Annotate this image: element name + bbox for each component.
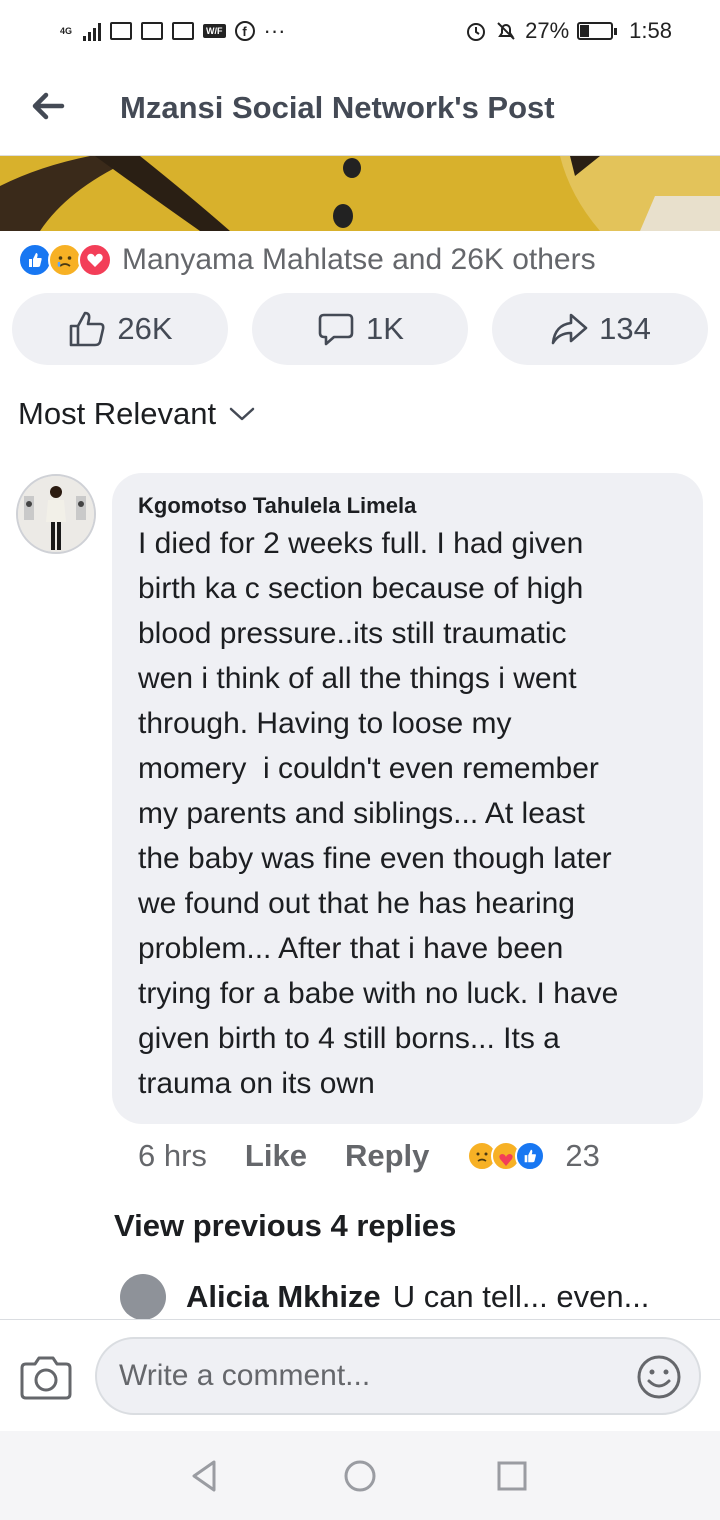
comment-count: 1K — [366, 311, 404, 346]
arrow-left-icon[interactable] — [28, 86, 68, 126]
comment-meta: 6 hrs Like Reply 23 — [138, 1138, 600, 1174]
comment-input[interactable] — [95, 1337, 701, 1415]
sad-icon — [48, 243, 82, 277]
chevron-down-icon — [229, 407, 255, 421]
alarm-icon — [467, 23, 486, 41]
reply-preview[interactable]: Alicia Mkhize U can tell... even... — [120, 1274, 720, 1320]
reaction-icons — [18, 243, 112, 277]
emoji-icon[interactable] — [636, 1354, 682, 1400]
comment-line: through. Having to loose my — [138, 707, 512, 740]
comment-like-button[interactable]: Like — [245, 1138, 307, 1174]
clock: 1:58 — [629, 18, 672, 43]
comment-line: trying for a babe with no luck. I have — [138, 977, 619, 1010]
post-image-graphic — [0, 156, 720, 231]
comment-line: problem... After that i have been — [138, 932, 564, 965]
comment-line: given birth to 4 still borns... Its a — [138, 1022, 560, 1055]
comment-button[interactable]: 1K — [252, 293, 468, 365]
avatar-image — [18, 476, 94, 552]
home-nav-icon[interactable] — [343, 1459, 377, 1493]
thumbs-up-icon — [70, 311, 105, 347]
comment-line: I died for 2 weeks full. I had given — [138, 527, 584, 560]
comment-line: momery i couldn't even remember — [138, 752, 599, 785]
view-previous-replies-link[interactable]: View previous 4 replies — [114, 1208, 456, 1244]
like-button[interactable]: 26K — [12, 293, 228, 365]
app-header: Mzansi Social Network's Post — [0, 62, 720, 156]
mail-icon — [110, 22, 132, 40]
status-right-icons: 27% 1:58 — [465, 18, 672, 44]
comment-bubble[interactable]: Kgomotso Tahulela Limela I died for 2 we… — [112, 473, 703, 1124]
comment-composer — [0, 1319, 720, 1431]
status-bar: 4G W/F f ··· 27% 1:58 — [0, 0, 720, 62]
comment-sort-dropdown[interactable]: Most Relevant — [18, 396, 256, 432]
back-nav-icon[interactable] — [188, 1459, 222, 1493]
gallery-icon — [172, 22, 194, 40]
commenter-avatar[interactable] — [16, 474, 96, 554]
reply-avatar[interactable] — [120, 1274, 166, 1320]
love-icon — [78, 243, 112, 277]
comment-reaction-icons[interactable] — [467, 1141, 546, 1171]
comment-line: birth ka c section because of high — [138, 572, 584, 605]
like-icon — [18, 243, 52, 277]
comment-line: my parents and siblings... At least — [138, 797, 585, 830]
facebook-icon: f — [234, 21, 255, 41]
signal-icon — [83, 21, 101, 41]
network-type: 4G — [60, 25, 73, 36]
comment-time[interactable]: 6 hrs — [138, 1138, 207, 1174]
share-count: 134 — [599, 311, 651, 346]
comment-author[interactable]: Kgomotso Tahulela Limela — [138, 491, 677, 521]
comment-line: we found out that he has hearing — [138, 887, 575, 920]
comment-reply-button[interactable]: Reply — [345, 1138, 429, 1174]
system-navigation-bar — [0, 1431, 720, 1520]
reactions-summary[interactable]: Manyama Mahlatse and 26K others — [18, 238, 596, 282]
app-notification-icon: W/F — [203, 24, 226, 38]
comment-line: blood pressure..its still traumatic — [138, 617, 567, 650]
mute-icon — [497, 22, 515, 40]
comment-reaction-count: 23 — [565, 1138, 600, 1173]
comment-text: I died for 2 weeks full. I had given bir… — [138, 521, 677, 1106]
status-left-icons: 4G W/F f ··· — [60, 18, 285, 44]
comment-line: the baby was fine even though later — [138, 842, 612, 875]
reply-text: U can tell... even... — [392, 1279, 650, 1314]
more-notifications-icon: ··· — [263, 18, 286, 43]
battery-percent: 27% — [525, 18, 570, 43]
comment-icon — [318, 313, 354, 346]
sort-label: Most Relevant — [18, 396, 217, 431]
share-icon — [551, 313, 588, 345]
recents-nav-icon[interactable] — [495, 1459, 529, 1493]
reply-author[interactable]: Alicia Mkhize — [186, 1279, 381, 1315]
share-button[interactable]: 134 — [492, 293, 708, 365]
message-icon — [141, 22, 163, 40]
post-image[interactable] — [0, 156, 720, 231]
battery-icon — [577, 22, 618, 40]
reactions-summary-text: Manyama Mahlatse and 26K others — [122, 243, 596, 276]
camera-icon[interactable] — [20, 1354, 72, 1400]
comment-line: trauma on its own — [138, 1067, 375, 1100]
like-icon — [515, 1141, 546, 1171]
page-title: Mzansi Social Network's Post — [120, 90, 555, 125]
comment-line: wen i think of all the things i went — [138, 662, 577, 695]
post-actions: 26K 1K 134 — [12, 293, 708, 365]
like-count: 26K — [117, 311, 173, 346]
